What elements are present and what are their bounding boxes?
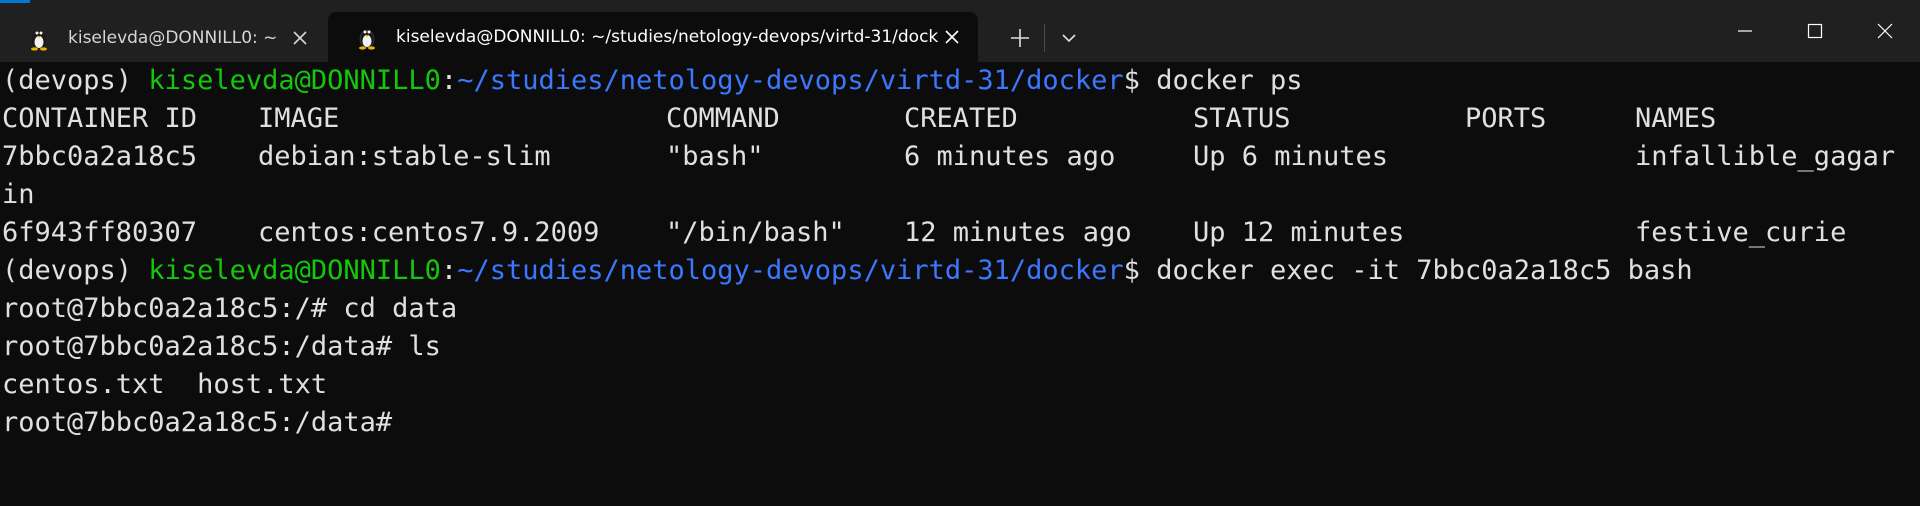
chevron-down-icon: [1062, 34, 1076, 43]
command-text: docker exec -it 7bbc0a2a18c5 bash: [1156, 255, 1693, 286]
prompt-user-host: kiselevda@DONNILL0: [148, 65, 441, 96]
container-output-line: centos.txt host.txt: [2, 369, 328, 400]
prompt-user-host: kiselevda@DONNILL0: [148, 255, 441, 286]
close-icon: [1877, 23, 1893, 39]
table-row: 6f943ff80307 centos:centos7.9.2009 "/bin/b…: [2, 217, 1847, 248]
tux-penguin-icon: [31, 31, 47, 51]
window-controls: [1710, 0, 1920, 62]
tux-penguin-icon: [359, 29, 375, 50]
tab-close-button[interactable]: [938, 23, 966, 51]
tab-actions: [1000, 14, 1089, 62]
minimize-button[interactable]: [1710, 0, 1780, 62]
plus-icon: [1011, 29, 1029, 47]
accent-strip: [0, 0, 30, 3]
tab-close-button[interactable]: [286, 24, 314, 52]
tab-home[interactable]: kiselevda@DONNILL0: ~: [0, 14, 326, 62]
tab-docker[interactable]: kiselevda@DONNILL0: ~/studies/netology-d…: [328, 12, 978, 62]
terminal-output[interactable]: (devops) kiselevda@DONNILL0:~/studies/ne…: [0, 62, 1920, 506]
prompt-path: ~/studies/netology-devops/virtd-31/docke…: [457, 255, 1124, 286]
prompt-path: ~/studies/netology-devops/virtd-31/docke…: [457, 65, 1124, 96]
table-row: 7bbc0a2a18c5 debian:stable-slim "bash" 6 mi…: [2, 141, 1896, 172]
table-header: CONTAINER ID IMAGE COMMAND CREATED STATUS POR…: [2, 103, 1717, 134]
container-output-line: root@7bbc0a2a18c5:/# cd data: [2, 293, 458, 324]
action-divider: [1044, 24, 1045, 52]
container-output-line: root@7bbc0a2a18c5:/data# ls: [2, 331, 441, 362]
terminal-window: kiselevda@DONNILL0: ~ kiselevda@DONNILL0…: [0, 0, 1920, 506]
prompt-line: (devops) kiselevda@DONNILL0:~/studies/ne…: [2, 255, 1693, 286]
profile-dropdown-button[interactable]: [1049, 18, 1089, 58]
close-icon: [293, 31, 307, 45]
maximize-icon: [1807, 23, 1823, 39]
tab-title: kiselevda@DONNILL0: ~: [68, 28, 278, 48]
tab-title: kiselevda@DONNILL0: ~/studies/netology-d…: [396, 27, 938, 47]
title-bar: kiselevda@DONNILL0: ~ kiselevda@DONNILL0…: [0, 0, 1920, 62]
container-prompt-line: root@7bbc0a2a18c5:/data#: [2, 407, 409, 438]
close-icon: [945, 30, 959, 44]
new-tab-button[interactable]: [1000, 18, 1040, 58]
command-text: docker ps: [1156, 65, 1303, 96]
prompt-line: (devops) kiselevda@DONNILL0:~/studies/ne…: [2, 65, 1303, 96]
maximize-button[interactable]: [1780, 0, 1850, 62]
wrapped-continuation: in: [2, 179, 35, 210]
close-window-button[interactable]: [1850, 0, 1920, 62]
minimize-icon: [1738, 30, 1752, 32]
